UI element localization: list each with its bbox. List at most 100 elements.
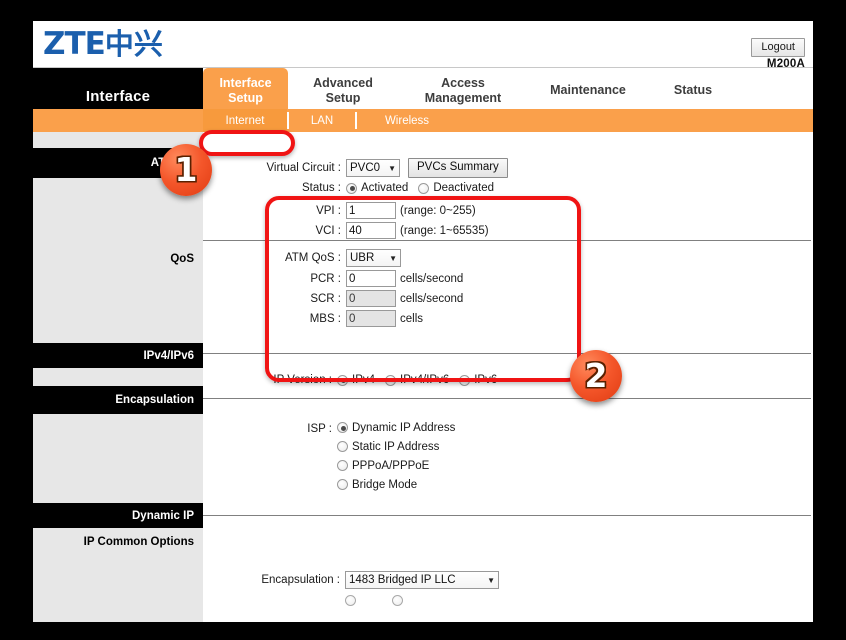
scr-unit: cells/second — [400, 292, 464, 305]
main-tab-list: Interface Setup Advanced Setup Access Ma… — [203, 68, 813, 109]
pcr-unit: cells/second — [400, 272, 464, 285]
isp-pppoa-pppoe-label: PPPoA/PPPoE — [352, 459, 430, 472]
router-admin-page: ZTE中兴 Logout M200A Interface Interface S… — [33, 21, 813, 622]
virtual-circuit-label: Virtual Circuit : — [266, 162, 341, 174]
subtab-lan[interactable]: LAN — [289, 109, 355, 132]
scr-input[interactable] — [346, 290, 396, 307]
atm-qos-label: ATM QoS : — [284, 252, 341, 264]
logo-text: ZTE — [43, 26, 106, 62]
encapsulation-label: Encapsulation : — [261, 574, 340, 586]
mbs-label: MBS : — [309, 312, 341, 325]
chevron-down-icon: ▼ — [388, 163, 396, 173]
divider-atm-vc — [203, 240, 811, 241]
tab-status[interactable]: Status — [648, 68, 738, 109]
section-sidebar: ATM VC QoS IPv4/IPv6 Encapsulation Dynam… — [33, 132, 203, 622]
vci-hint: (range: 1~65535) — [400, 224, 489, 237]
annotation-badge-2: 2 — [570, 350, 622, 402]
isp-label-row: ISP : — [269, 423, 337, 435]
sub-navigation: Internet LAN Wireless — [33, 109, 813, 132]
virtual-circuit-row: Virtual Circuit : PVC0 ▼ PVCs Summary — [253, 158, 508, 178]
status-deactivated-radio[interactable] — [418, 182, 430, 194]
pcr-label: PCR : — [310, 272, 341, 285]
logout-button[interactable]: Logout — [751, 38, 805, 57]
vpi-label: VPI : — [316, 204, 341, 217]
sidebar-item-encapsulation: Encapsulation — [33, 386, 203, 414]
chevron-down-icon: ▼ — [487, 575, 495, 585]
status-label: Status : — [302, 182, 341, 194]
mbs-input[interactable] — [346, 310, 396, 327]
isp-bridge-mode-label: Bridge Mode — [352, 478, 418, 491]
ip-version-ipv4-ipv6-label: IPv4/IPv6 — [400, 374, 450, 386]
isp-static-radio[interactable] — [337, 441, 348, 452]
vpi-row: VPI : (range: 0~255) — [253, 202, 476, 219]
logout-area: Logout M200A — [685, 37, 805, 70]
status-deactivated-label: Deactivated — [433, 182, 495, 194]
isp-pppoa-pppoe-radio[interactable] — [337, 460, 348, 471]
tab-advanced-setup[interactable]: Advanced Setup — [288, 68, 398, 109]
atm-qos-row: ATM QoS : UBR ▼ — [253, 249, 401, 267]
ip-version-ipv6-radio[interactable] — [459, 374, 471, 386]
atm-qos-select[interactable]: UBR ▼ — [346, 249, 401, 267]
ip-version-secondary-row — [257, 594, 404, 606]
divider-isp — [203, 515, 811, 516]
page-body: ATM VC QoS IPv4/IPv6 Encapsulation Dynam… — [33, 132, 813, 622]
ip-version-row: IP Version : IPv4 IPv4/IPv6 IPv6 — [257, 374, 507, 386]
isp-dynamic-radio[interactable] — [337, 422, 348, 433]
status-activated-label: Activated — [361, 182, 409, 194]
pcr-row: PCR : cells/second — [253, 270, 463, 287]
scr-row: SCR : cells/second — [253, 290, 463, 307]
logo-text-cn: 中兴 — [104, 27, 163, 61]
divider-ipversion — [203, 398, 811, 399]
annotation-badge-1: 1 — [160, 144, 212, 196]
virtual-circuit-select[interactable]: PVC0 ▼ — [346, 159, 400, 177]
ip-version-label: IP Version : — [273, 374, 332, 386]
divider-qos — [203, 353, 811, 354]
status-activated-radio[interactable] — [346, 182, 357, 194]
isp-option-dynamic[interactable]: Dynamic IP Address — [337, 418, 465, 437]
ip-version-ipv4-label: IPv4 — [352, 374, 376, 386]
status-row: Status : Activated Deactivated — [253, 182, 504, 194]
tab-interface-setup[interactable]: Interface Setup — [203, 68, 288, 109]
secondary-radio-1[interactable] — [345, 594, 356, 606]
pvcs-summary-button[interactable]: PVCs Summary — [408, 158, 508, 178]
page-header: ZTE中兴 Logout M200A — [33, 21, 813, 70]
mbs-row: MBS : cells — [253, 310, 423, 327]
ip-version-ipv4-radio[interactable] — [337, 374, 348, 386]
encapsulation-value: 1483 Bridged IP LLC — [349, 574, 456, 586]
sidebar-item-ipv4-ipv6: IPv4/IPv6 — [33, 343, 203, 368]
sidebar-item-qos: QoS — [170, 253, 194, 265]
subtab-internet[interactable]: Internet — [203, 109, 287, 132]
vpi-input[interactable] — [346, 202, 396, 219]
isp-option-static[interactable]: Static IP Address — [337, 437, 465, 456]
ip-version-ipv6-label: IPv6 — [474, 374, 498, 386]
encapsulation-select[interactable]: 1483 Bridged IP LLC ▼ — [345, 571, 499, 589]
isp-options: Dynamic IP Address Static IP Address PPP… — [337, 418, 465, 494]
ip-version-ipv4-ipv6-radio[interactable] — [385, 374, 397, 386]
chevron-down-icon: ▼ — [389, 253, 397, 263]
mbs-unit: cells — [400, 312, 424, 325]
tab-access-management[interactable]: Access Management — [398, 68, 528, 109]
isp-static-label: Static IP Address — [352, 440, 440, 453]
subtab-wireless[interactable]: Wireless — [357, 109, 457, 132]
pcr-input[interactable] — [346, 270, 396, 287]
virtual-circuit-value: PVC0 — [350, 162, 381, 174]
isp-dynamic-label: Dynamic IP Address — [352, 421, 456, 434]
isp-bridge-mode-radio[interactable] — [337, 479, 348, 490]
isp-option-bridge-mode[interactable]: Bridge Mode — [337, 475, 465, 494]
isp-label: ISP : — [307, 423, 332, 435]
vci-input[interactable] — [346, 222, 396, 239]
isp-option-pppoa-pppoe[interactable]: PPPoA/PPPoE — [337, 456, 465, 475]
scr-label: SCR : — [310, 292, 341, 305]
vci-row: VCI : (range: 1~65535) — [253, 222, 489, 239]
settings-content: Virtual Circuit : PVC0 ▼ PVCs Summary St… — [203, 132, 813, 622]
zte-logo: ZTE中兴 — [43, 25, 163, 63]
encapsulation-row: Encapsulation : 1483 Bridged IP LLC ▼ — [249, 571, 499, 589]
vci-label: VCI : — [315, 224, 341, 237]
sidebar-item-dynamic-ip: Dynamic IP — [33, 503, 203, 528]
vpi-hint: (range: 0~255) — [400, 204, 476, 217]
atm-qos-value: UBR — [350, 252, 375, 264]
sidebar-item-ip-common-options: IP Common Options — [83, 536, 194, 548]
main-navigation: Interface Interface Setup Advanced Setup… — [33, 68, 813, 124]
tab-maintenance[interactable]: Maintenance — [528, 68, 648, 109]
secondary-radio-2[interactable] — [392, 594, 404, 606]
